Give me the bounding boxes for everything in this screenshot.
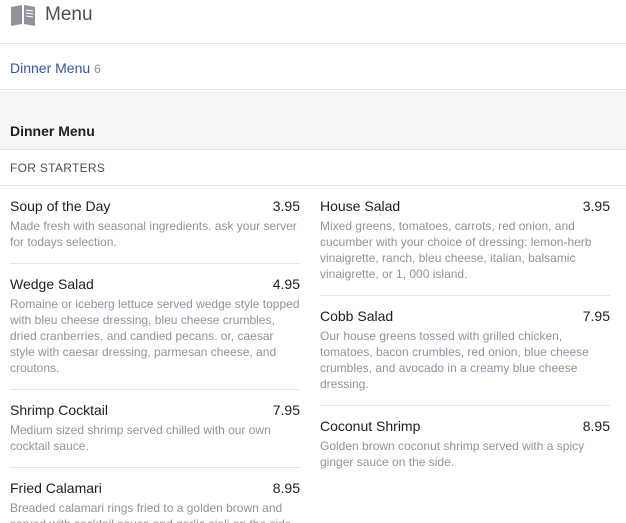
item-price: 3.95 [582,198,610,214]
subsection-header: FOR STARTERS [0,151,626,186]
item-name: House Salad [320,198,401,214]
item-name: Coconut Shrimp [320,418,421,434]
item-name: Shrimp Cocktail [10,402,109,418]
item-description: Our house greens tossed with grilled chi… [320,329,589,391]
page-header: Menu [0,0,626,44]
item-description: Romaine or iceberg lettuce served wedge … [10,297,300,375]
item-name: Cobb Salad [320,308,394,324]
item-price: 7.95 [272,402,300,418]
menu-item: Cobb Salad 7.95 Our house greens tossed … [320,296,610,406]
tab-label: Dinner Menu [10,60,91,76]
menu-column-right: House Salad 3.95 Mixed greens, tomatoes,… [320,186,610,483]
item-name: Soup of the Day [10,198,111,214]
menu-item: Coconut Shrimp 8.95 Golden brown coconut… [320,406,610,483]
page-title: Menu [45,4,93,25]
menu-tab-bar: Dinner Menu 6 [0,44,626,90]
subsection-title: FOR STARTERS [10,161,106,175]
tab-count: 6 [94,62,101,76]
section-title: Dinner Menu [10,123,95,139]
menu-item: Shrimp Cocktail 7.95 Medium sized shrimp… [10,390,300,468]
item-name: Wedge Salad [10,276,94,292]
menu-item: Soup of the Day 3.95 Made fresh with sea… [10,186,300,264]
item-price: 8.95 [582,418,610,434]
menu-item: Fried Calamari 8.95 Breaded calamari rin… [10,468,300,523]
item-price: 3.95 [272,198,300,214]
item-price: 7.95 [582,308,610,324]
section-header: Dinner Menu [0,91,626,150]
item-name: Fried Calamari [10,480,102,496]
tab-dinner-menu[interactable]: Dinner Menu 6 [10,60,101,76]
item-description: Breaded calamari rings fried to a golden… [10,501,295,523]
item-price: 8.95 [272,480,300,496]
item-description: Made fresh with seasonal ingredients. as… [10,219,297,249]
item-price: 4.95 [272,276,300,292]
item-description: Golden brown coconut shrimp served with … [320,439,585,469]
menu-item: House Salad 3.95 Mixed greens, tomatoes,… [320,186,610,296]
book-icon [10,4,36,26]
menu-column-left: Soup of the Day 3.95 Made fresh with sea… [10,186,300,523]
item-description: Mixed greens, tomatoes, carrots, red oni… [320,219,592,281]
menu-item: Wedge Salad 4.95 Romaine or iceberg lett… [10,264,300,390]
item-description: Medium sized shrimp served chilled with … [10,423,271,453]
